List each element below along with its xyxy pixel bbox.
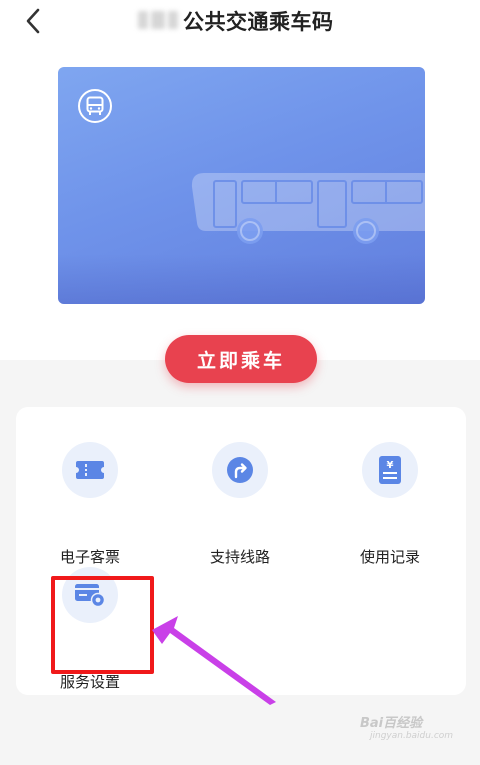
back-button[interactable] — [18, 4, 48, 38]
menu-item-usage-records[interactable]: ¥ 使用记录 — [330, 442, 450, 566]
ride-now-button[interactable]: 立即乘车 — [165, 335, 317, 383]
bus-illustration — [191, 173, 425, 244]
bus-icon — [78, 89, 112, 123]
receipt-icon: ¥ — [362, 442, 418, 498]
menu-item-e-ticket[interactable]: 电子客票 — [30, 442, 150, 566]
watermark: Bai百经验 jingyan.baidu.com — [360, 712, 453, 741]
bus-card — [58, 67, 425, 304]
chevron-left-icon — [26, 8, 40, 34]
menu-label: 支持线路 — [209, 548, 270, 566]
blurred-city-name — [138, 10, 184, 30]
page-title: 公共交通乘车码 — [183, 10, 334, 34]
route-icon — [212, 442, 268, 498]
header-bar: 公共交通乘车码 — [0, 0, 480, 44]
svg-text:¥: ¥ — [387, 460, 394, 471]
menu-item-supported-routes[interactable]: 支持线路 — [180, 442, 300, 566]
card-shade — [58, 254, 425, 304]
watermark-brand: Bai百经验 — [360, 716, 423, 731]
menu-label: 使用记录 — [359, 548, 420, 566]
menu-label: 电子客票 — [59, 548, 120, 566]
ticket-icon — [62, 442, 118, 498]
arrow-icon — [152, 616, 276, 705]
watermark-url: jingyan.baidu.com — [370, 731, 454, 741]
menu-label: 服务设置 — [59, 673, 120, 691]
highlight-box — [51, 576, 154, 674]
